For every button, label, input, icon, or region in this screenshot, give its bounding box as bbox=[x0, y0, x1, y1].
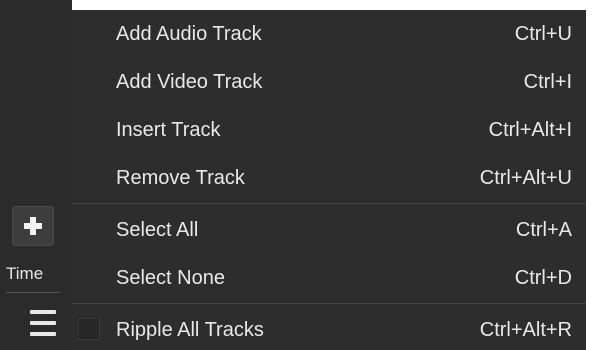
menu-item-label: Select None bbox=[116, 266, 225, 289]
menu-item-add-audio-track[interactable]: Add Audio Track Ctrl+U bbox=[72, 10, 586, 58]
menu-item-shortcut: Ctrl+U bbox=[514, 22, 572, 45]
menu-item-label: Remove Track bbox=[116, 166, 245, 189]
ripple-checkbox[interactable] bbox=[78, 318, 100, 340]
menu-item-add-video-track[interactable]: Add Video Track Ctrl+I bbox=[72, 58, 586, 106]
menu-item-select-none[interactable]: Select None Ctrl+D bbox=[72, 254, 586, 302]
menu-item-ripple-all-tracks[interactable]: Ripple All Tracks Ctrl+Alt+R bbox=[72, 306, 586, 350]
plus-icon bbox=[24, 217, 42, 235]
menu-separator bbox=[72, 303, 586, 304]
menu-item-shortcut: Ctrl+Alt+U bbox=[479, 166, 572, 189]
menu-item-label: Add Audio Track bbox=[116, 22, 262, 45]
menu-item-shortcut: Ctrl+Alt+I bbox=[488, 118, 572, 141]
divider bbox=[6, 292, 60, 293]
menu-item-insert-track[interactable]: Insert Track Ctrl+Alt+I bbox=[72, 106, 586, 154]
menu-item-select-all[interactable]: Select All Ctrl+A bbox=[72, 206, 586, 254]
timeline-label: Time bbox=[6, 264, 44, 283]
menu-item-label: Ripple All Tracks bbox=[116, 318, 264, 341]
context-menu: Add Audio Track Ctrl+U Add Video Track C… bbox=[72, 10, 586, 350]
menu-separator bbox=[72, 203, 586, 204]
timeline-toolbar: Time bbox=[0, 0, 72, 350]
hamburger-icon[interactable] bbox=[30, 310, 56, 336]
menu-item-shortcut: Ctrl+A bbox=[515, 218, 572, 241]
menu-item-shortcut: Ctrl+D bbox=[514, 266, 572, 289]
menu-item-remove-track[interactable]: Remove Track Ctrl+Alt+U bbox=[72, 154, 586, 202]
menu-item-label: Add Video Track bbox=[116, 70, 263, 93]
menu-item-shortcut: Ctrl+Alt+R bbox=[479, 318, 572, 341]
add-track-button[interactable] bbox=[12, 206, 54, 246]
menu-item-label: Insert Track bbox=[116, 118, 221, 141]
menu-item-label: Select All bbox=[116, 218, 199, 241]
menu-item-shortcut: Ctrl+I bbox=[523, 70, 572, 93]
